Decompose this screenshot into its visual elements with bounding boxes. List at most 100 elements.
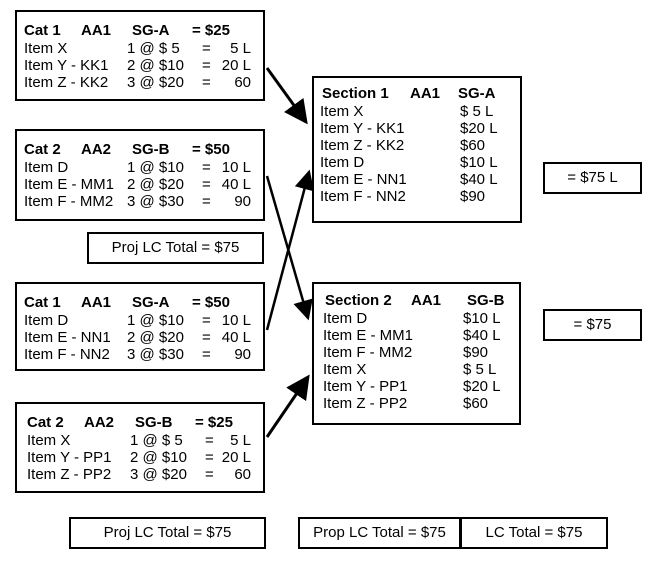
lc-total-box: LC Total = $75 bbox=[460, 517, 608, 549]
item-equals: = bbox=[202, 346, 211, 363]
item-equals: = bbox=[202, 193, 211, 210]
section-item-row: Item X $ 5 L bbox=[320, 103, 520, 120]
section-header: Section 1 AA1 SG-A bbox=[320, 85, 520, 103]
item-equals: = bbox=[202, 312, 211, 329]
item-value: 60 bbox=[234, 74, 251, 91]
section-header: Section 2 AA1 SG-B bbox=[323, 292, 519, 310]
item-value: 40 L bbox=[221, 176, 251, 193]
item-value: 20 L bbox=[221, 57, 251, 74]
proj-lc-top-total-box: Proj LC Total = $75 bbox=[87, 232, 264, 264]
item-value: 5 L bbox=[230, 432, 251, 449]
item-value: 60 bbox=[234, 466, 251, 483]
item-equals: = bbox=[205, 432, 214, 449]
item-calc: 3 @ $20 bbox=[127, 74, 184, 91]
item-name: Item X bbox=[27, 432, 71, 449]
category-item-row: Item Z - KK2 3 @ $20 = 60 bbox=[24, 74, 263, 91]
item-value: $10 L bbox=[463, 310, 501, 327]
item-equals: = bbox=[205, 466, 214, 483]
item-value: $90 bbox=[460, 188, 486, 205]
category-item-row: Item Y - PP1 2 @ $10 = 20 L bbox=[27, 449, 263, 466]
section-sg: SG-B bbox=[467, 292, 505, 309]
category-item-row: Item Y - KK1 2 @ $10 = 20 L bbox=[24, 57, 263, 74]
section-item-row: Item E - NN1 $40 L bbox=[320, 171, 520, 188]
category-header: Cat 2 AA2 SG-B = $25 bbox=[27, 414, 263, 432]
category-cat: Cat 2 bbox=[27, 414, 64, 431]
item-value: $ 5 L bbox=[460, 103, 494, 120]
section-title: Section 1 bbox=[322, 85, 389, 102]
item-name: Item D bbox=[24, 159, 69, 176]
section-item-row: Item E - MM1 $40 L bbox=[323, 327, 519, 344]
section-item-row: Item F - NN2 $90 bbox=[320, 188, 520, 205]
item-name: Item X bbox=[323, 361, 367, 378]
category-sg: SG-B bbox=[132, 141, 170, 158]
item-equals: = bbox=[202, 329, 211, 346]
item-name: Item F - MM2 bbox=[24, 193, 114, 210]
category-header: Cat 2 AA2 SG-B = $50 bbox=[24, 141, 263, 159]
item-calc: 2 @ $20 bbox=[127, 176, 184, 193]
category-total: = $25 bbox=[195, 414, 233, 431]
section-aa: AA1 bbox=[411, 292, 442, 309]
item-calc: 1 @ $ 5 bbox=[127, 40, 180, 57]
item-calc: 2 @ $10 bbox=[127, 57, 184, 74]
item-equals: = bbox=[202, 74, 211, 91]
section-item-row: Item Z - PP2 $60 bbox=[323, 395, 519, 412]
item-value: 5 L bbox=[230, 40, 251, 57]
category-box: Cat 2 AA2 SG-B = $50 Item D1 @ $10 = 10 L Item … bbox=[15, 129, 265, 221]
item-value: 20 L bbox=[221, 449, 251, 466]
item-value: $90 bbox=[463, 344, 489, 361]
item-name: Item Z - KK2 bbox=[320, 137, 405, 154]
item-name: Item D bbox=[320, 154, 365, 171]
item-name: Item F - NN2 bbox=[24, 346, 110, 363]
item-name: Item E - MM1 bbox=[24, 176, 115, 193]
category-cat: Cat 1 bbox=[24, 22, 61, 39]
item-value: $40 L bbox=[463, 327, 501, 344]
item-equals: = bbox=[202, 159, 211, 176]
category-item-row: Item Z - PP2 3 @ $20 = 60 bbox=[27, 466, 263, 483]
section-box: Section 1 AA1 SG-A Item X $ 5 L Item Y - KK1 $… bbox=[312, 76, 522, 223]
category-item-row: Item F - MM2 3 @ $30 = 90 bbox=[24, 193, 263, 210]
item-calc: 2 @ $10 bbox=[130, 449, 187, 466]
item-value: $20 L bbox=[463, 378, 501, 395]
diagram-canvas: Cat 1 AA1 SG-A = $25 Item X1 @ $ 5 = 5 L Item Y… bbox=[0, 0, 663, 573]
item-value: $20 L bbox=[460, 120, 498, 137]
category-item-row: Item E - NN1 2 @ $20 = 40 L bbox=[24, 329, 263, 346]
item-name: Item Y - PP1 bbox=[27, 449, 112, 466]
section-total-box: = $75 bbox=[543, 309, 642, 341]
item-name: Item Y - PP1 bbox=[323, 378, 408, 395]
category-item-row: Item D 1 @ $10 = 10 L bbox=[24, 312, 263, 329]
item-name: Item F - MM2 bbox=[323, 344, 413, 361]
category-item-row: Item E - MM1 2 @ $20 = 40 L bbox=[24, 176, 263, 193]
item-value: $ 5 L bbox=[463, 361, 497, 378]
item-name: Item E - NN1 bbox=[320, 171, 407, 188]
section-item-row: Item D $10 L bbox=[323, 310, 519, 327]
item-name: Item F - NN2 bbox=[320, 188, 406, 205]
item-value: 90 bbox=[234, 193, 251, 210]
section-item-row: Item D $10 L bbox=[320, 154, 520, 171]
arrow-cat2b-to-section2 bbox=[265, 374, 310, 438]
category-aa: AA1 bbox=[81, 22, 112, 39]
prop-lc-total-box: Prop LC Total = $75 bbox=[298, 517, 461, 549]
item-name: Item X bbox=[24, 40, 68, 57]
item-value: $60 bbox=[463, 395, 489, 412]
section-total-box: = $75 L bbox=[543, 162, 642, 194]
category-aa: AA2 bbox=[84, 414, 115, 431]
category-total: = $25 bbox=[192, 22, 230, 39]
section-item-row: Item F - MM2 $90 bbox=[323, 344, 519, 361]
item-value: $40 L bbox=[460, 171, 498, 188]
item-name: Item Z - PP2 bbox=[27, 466, 112, 483]
category-box: Cat 2 AA2 SG-B = $25 Item X1 @ $ 5 = 5 L Item Y… bbox=[15, 402, 265, 493]
category-item-row: Item X 1 @ $ 5 = 5 L bbox=[27, 432, 263, 449]
item-name: Item X bbox=[320, 103, 364, 120]
category-item-row: Item D 1 @ $10 = 10 L bbox=[24, 159, 263, 176]
section-item-row: Item Y - PP1 $20 L bbox=[323, 378, 519, 395]
category-total: = $50 bbox=[192, 141, 230, 158]
item-name: Item Z - PP2 bbox=[323, 395, 408, 412]
item-name: Item D bbox=[323, 310, 368, 327]
category-header: Cat 1 AA1 SG-A = $25 bbox=[24, 22, 263, 40]
section-item-row: Item Y - KK1 $20 L bbox=[320, 120, 520, 137]
category-aa: AA2 bbox=[81, 141, 112, 158]
category-item-row: Item F - NN2 3 @ $30 = 90 bbox=[24, 346, 263, 363]
section-title: Section 2 bbox=[325, 292, 392, 309]
item-equals: = bbox=[202, 40, 211, 57]
item-value: 10 L bbox=[221, 312, 251, 329]
